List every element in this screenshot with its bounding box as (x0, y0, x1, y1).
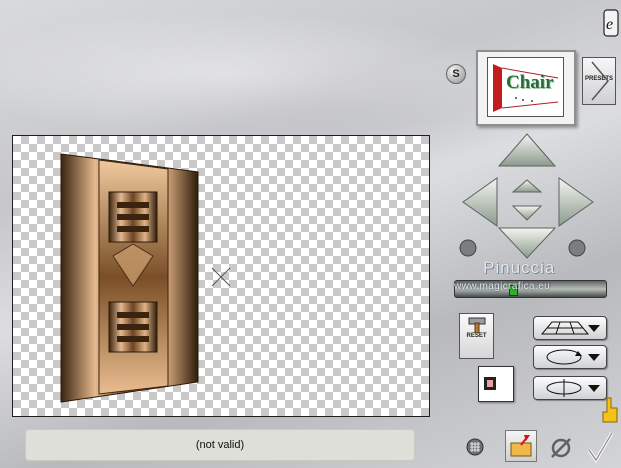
check-icon[interactable] (585, 430, 615, 464)
arrow-up-icon[interactable] (497, 133, 557, 167)
small-arrow-up-icon[interactable] (511, 179, 543, 193)
small-arrow-down-icon[interactable] (511, 205, 543, 221)
perspective-dropdown[interactable] (533, 316, 607, 340)
arrow-left-icon[interactable] (462, 177, 498, 227)
preview-canvas[interactable] (12, 135, 430, 417)
preview-image: Chair (487, 57, 564, 117)
rotate-dropdown[interactable] (533, 345, 607, 369)
chevron-down-icon (588, 325, 600, 332)
chevron-down-icon (588, 354, 600, 361)
flip-dropdown[interactable] (533, 376, 607, 400)
status-bar: (not valid) (25, 429, 415, 461)
folder-import-icon (510, 435, 532, 457)
rotate-flip-icon (546, 379, 582, 397)
hammer-icon (468, 317, 486, 333)
canvas-image (60, 153, 231, 403)
folder-import-button[interactable] (505, 430, 537, 462)
settings-s-button[interactable]: S (446, 64, 466, 84)
hand-pointer-icon (602, 397, 618, 423)
null-icon[interactable] (549, 436, 573, 460)
watermark-url: www.magicrafica.eu (454, 281, 551, 292)
perspective-grid-icon (540, 321, 590, 335)
rotate-ellipse-icon (546, 349, 582, 365)
presets-arrow-icon (591, 61, 609, 101)
rotate-right-icon[interactable] (568, 239, 586, 257)
reset-label: RESET (466, 333, 487, 339)
presets-button[interactable]: PRESETS (582, 57, 616, 105)
arrow-right-icon[interactable] (558, 177, 594, 227)
frame-icon (484, 377, 496, 390)
arrow-down-icon[interactable] (497, 227, 557, 259)
reset-button[interactable]: RESET (459, 313, 494, 359)
preview-thumbnail[interactable]: Chair (476, 50, 576, 126)
watermark-name: Pinuccia (483, 258, 556, 277)
svg-text:e: e (606, 16, 613, 33)
grid-icon[interactable] (466, 438, 484, 456)
frame-mode-button[interactable] (478, 366, 514, 402)
preview-label: Chair (506, 72, 554, 93)
e-logo-icon: e (603, 9, 619, 37)
nav-arrows (459, 133, 594, 259)
rotate-left-icon[interactable] (459, 239, 477, 257)
chevron-down-icon (588, 385, 600, 392)
